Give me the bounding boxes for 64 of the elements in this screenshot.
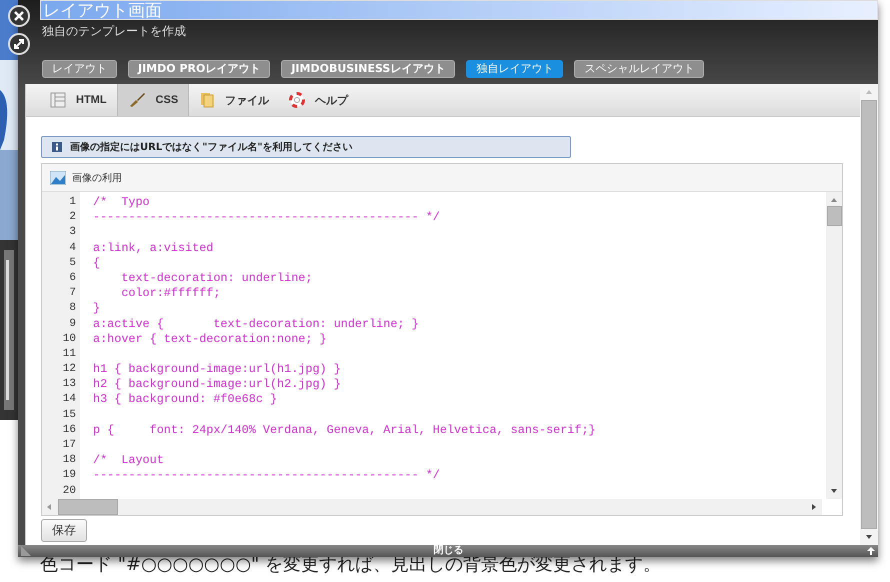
code-line: ---------------------------------------------- */ — [93, 468, 441, 484]
line-number: 6 — [68, 270, 77, 286]
scroll-down-icon[interactable] — [865, 533, 873, 541]
line-number: 12 — [62, 362, 77, 378]
scroll-right-icon[interactable] — [810, 503, 818, 511]
code-line: /* Typo — [93, 195, 151, 210]
line-number: 18 — [62, 453, 77, 468]
scroll-up-icon[interactable] — [830, 196, 838, 204]
folder-icon — [199, 92, 216, 108]
editor-tab[interactable]: HTML — [40, 84, 117, 116]
line-number: 3 — [68, 225, 77, 240]
code-line: p { font: 24px/140% Verdana, Geneva, Arial, Helvetica, sans-serif;} — [93, 422, 597, 438]
code-line: } — [93, 301, 102, 316]
line-number: 13 — [62, 377, 77, 392]
code-line: h2 { background-image:url(h2.jpg) } — [93, 377, 342, 392]
scroll-thumb[interactable] — [58, 499, 118, 515]
line-number: 14 — [62, 392, 77, 408]
window-title: レイアウト画面 — [40, 0, 878, 20]
image-icon[interactable] — [50, 170, 66, 184]
layout-icon — [50, 92, 66, 108]
code-line: h1 { background-image:url(h1.jpg) } — [93, 362, 342, 378]
line-number: 11 — [62, 346, 77, 362]
editor-tab[interactable]: ファイル — [189, 84, 280, 116]
line-number: 4 — [68, 240, 77, 256]
editor-tab[interactable]: ヘルプ — [279, 84, 358, 116]
code-line: a:hover { text-decoration:none; } — [93, 332, 328, 347]
line-number: 16 — [62, 422, 77, 438]
lifebuoy-icon — [289, 92, 306, 108]
image-link[interactable]: 画像の利用 — [72, 170, 122, 184]
code-line: text-decoration: underline; — [120, 270, 314, 286]
line-number: 10 — [62, 332, 77, 347]
code-line: { — [93, 256, 102, 271]
scroll-thumb[interactable] — [861, 100, 877, 529]
code-line: a:link, a:visited — [93, 240, 214, 256]
code-line: /* Layout — [93, 453, 165, 468]
save-button[interactable]: 保存 — [41, 519, 87, 542]
code-line: a:active { text-decoration: underline; } — [93, 316, 420, 332]
scroll-up-icon[interactable] — [865, 88, 873, 96]
scrollbar[interactable] — [826, 192, 842, 499]
window-subtitle: 独自のテンプレートを作成 — [42, 23, 187, 40]
line-number: 15 — [62, 408, 77, 423]
scroll-down-icon[interactable] — [830, 487, 838, 495]
info-icon — [52, 142, 62, 152]
line-number: 19 — [62, 468, 77, 484]
scroll-thumb[interactable] — [826, 206, 842, 226]
up-arrow-icon[interactable] — [866, 546, 876, 556]
resize-grip-icon[interactable] — [21, 546, 31, 556]
scrollbar[interactable] — [860, 84, 878, 545]
line-number: 7 — [68, 286, 77, 302]
scroll-left-icon[interactable] — [45, 503, 53, 511]
brush-icon — [128, 92, 146, 108]
line-number: 9 — [68, 316, 77, 332]
code-line: h3 { background: #f0e68c } — [93, 392, 278, 408]
line-number: 8 — [68, 301, 77, 316]
code-line: color:#ffffff; — [120, 286, 222, 302]
scrollbar[interactable] — [42, 499, 822, 515]
line-number: 2 — [68, 210, 77, 226]
line-number: 20 — [62, 484, 77, 499]
code-line: ---------------------------------------------- */ — [93, 210, 441, 226]
line-number: 5 — [68, 256, 77, 271]
line-number: 1 — [68, 195, 77, 210]
editor-tab[interactable]: CSS — [116, 84, 190, 116]
line-number: 17 — [62, 438, 77, 453]
notice-text: 画像の指定にはURLではなく"ファイル名"を利用してください — [70, 140, 353, 154]
